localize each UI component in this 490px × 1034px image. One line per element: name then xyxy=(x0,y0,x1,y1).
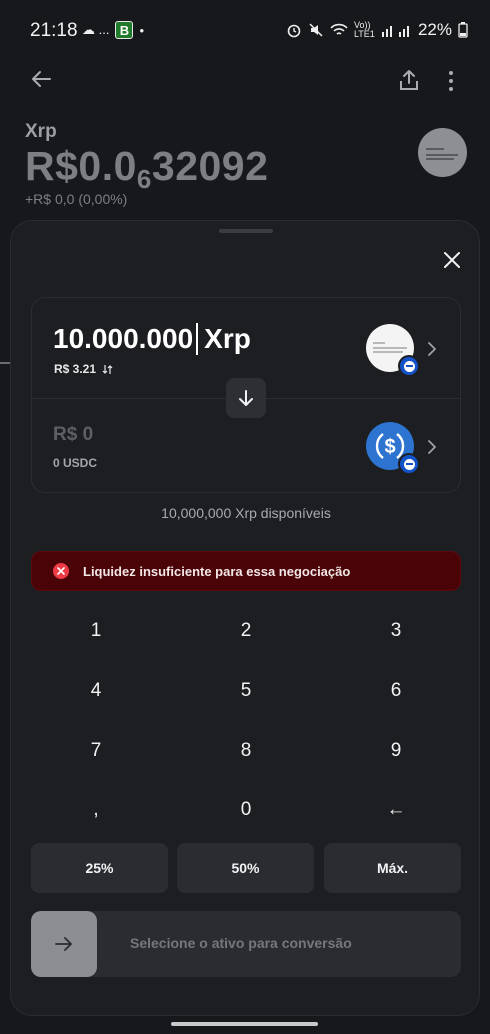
convert-slider-handle[interactable] xyxy=(31,911,97,977)
network-badge-icon xyxy=(398,355,420,377)
key-0[interactable]: 0 xyxy=(171,782,321,838)
from-amount-value: 10.000.000 xyxy=(53,323,194,354)
close-icon[interactable] xyxy=(443,251,461,269)
from-amount-input[interactable]: 10.000.000 Xrp xyxy=(53,323,251,355)
to-balance: 0 USDC xyxy=(53,456,98,470)
share-icon[interactable] xyxy=(398,68,420,92)
home-indicator[interactable] xyxy=(171,1022,318,1026)
swap-direction-button[interactable] xyxy=(226,378,266,418)
error-banner: Liquidez insuficiente para essa negociaç… xyxy=(31,551,461,591)
battery-icon xyxy=(458,22,468,38)
max-button[interactable]: Máx. xyxy=(324,843,461,893)
swap-vertical-icon xyxy=(102,364,113,374)
asset-price-suffix: 32092 xyxy=(151,143,269,189)
chevron-right-icon[interactable] xyxy=(427,342,437,356)
status-dot: • xyxy=(139,22,145,38)
key-6[interactable]: 6 xyxy=(321,663,471,719)
status-right-icons: Vo)) LTE1 22% xyxy=(286,20,468,40)
key-decimal[interactable]: , xyxy=(21,782,171,838)
asset-price-prefix: R$0.0 xyxy=(25,143,137,189)
more-vertical-icon[interactable] xyxy=(444,70,458,92)
convert-sheet: 10.000.000 Xrp R$ 3.21 R$ 0 0 USDC $ 10,0… xyxy=(10,220,480,1016)
top-bar xyxy=(0,60,490,100)
key-5[interactable]: 5 xyxy=(171,663,321,719)
svg-text:$: $ xyxy=(384,436,395,458)
asset-change: +R$ 0,0 (0,00%) xyxy=(25,191,128,207)
key-3[interactable]: 3 xyxy=(321,603,471,659)
from-fiat-label: R$ 3.21 xyxy=(54,362,97,376)
text-cursor xyxy=(196,323,199,355)
to-amount: R$ 0 xyxy=(53,424,93,446)
back-arrow-icon[interactable] xyxy=(30,68,52,90)
sheet-handle[interactable] xyxy=(219,229,273,233)
b-app-icon: B xyxy=(115,21,134,39)
key-2[interactable]: 2 xyxy=(171,603,321,659)
key-8[interactable]: 8 xyxy=(171,723,321,779)
swap-card: 10.000.000 Xrp R$ 3.21 R$ 0 0 USDC $ xyxy=(31,297,461,493)
status-time: 21:18 xyxy=(30,20,78,41)
asset-price: R$0.0632092 xyxy=(25,143,268,195)
percent-50-button[interactable]: 50% xyxy=(177,843,314,893)
alarm-icon xyxy=(287,24,301,38)
to-amount-prefix: R$ xyxy=(53,424,78,445)
from-amount-symbol: Xrp xyxy=(204,323,251,354)
network-label: Vo)) LTE1 xyxy=(353,20,375,39)
asset-name: Xrp xyxy=(25,121,57,142)
arrow-down-icon xyxy=(239,390,253,406)
error-icon xyxy=(53,563,69,579)
error-message: Liquidez insuficiente para essa negociaç… xyxy=(83,563,351,579)
chevron-right-icon[interactable] xyxy=(427,440,437,454)
status-notification-icons: ☁ ... xyxy=(82,22,110,37)
convert-label: Selecione o ativo para conversão xyxy=(130,935,352,951)
arrow-right-icon xyxy=(55,937,72,951)
key-1[interactable]: 1 xyxy=(21,603,171,659)
to-amount-value: 0 xyxy=(82,424,94,445)
mute-icon xyxy=(309,23,323,37)
from-token-selector[interactable] xyxy=(366,324,420,377)
convert-slider[interactable]: Selecione o ativo para conversão xyxy=(31,911,461,977)
key-9[interactable]: 9 xyxy=(321,723,471,779)
wifi-icon xyxy=(330,23,348,35)
battery-percent: 22% xyxy=(417,20,452,39)
network-badge-icon xyxy=(398,453,420,475)
key-4[interactable]: 4 xyxy=(21,663,171,719)
available-balance: 10,000,000 Xrp disponíveis xyxy=(161,505,331,521)
key-7[interactable]: 7 xyxy=(21,723,171,779)
percent-25-button[interactable]: 25% xyxy=(31,843,168,893)
background-divider xyxy=(0,362,10,364)
to-token-selector[interactable]: $ xyxy=(366,422,420,475)
key-backspace[interactable]: ← xyxy=(321,782,471,838)
status-left-icons: ☁ ... B • xyxy=(82,21,144,39)
asset-price-zero-count: 6 xyxy=(136,164,152,194)
asset-logo xyxy=(418,128,467,177)
status-bar: 21:18 ☁ ... B • Vo)) LTE1 22% xyxy=(0,0,490,60)
from-fiat-value[interactable]: R$ 3.21 xyxy=(54,362,113,376)
signal-icon xyxy=(381,26,409,37)
